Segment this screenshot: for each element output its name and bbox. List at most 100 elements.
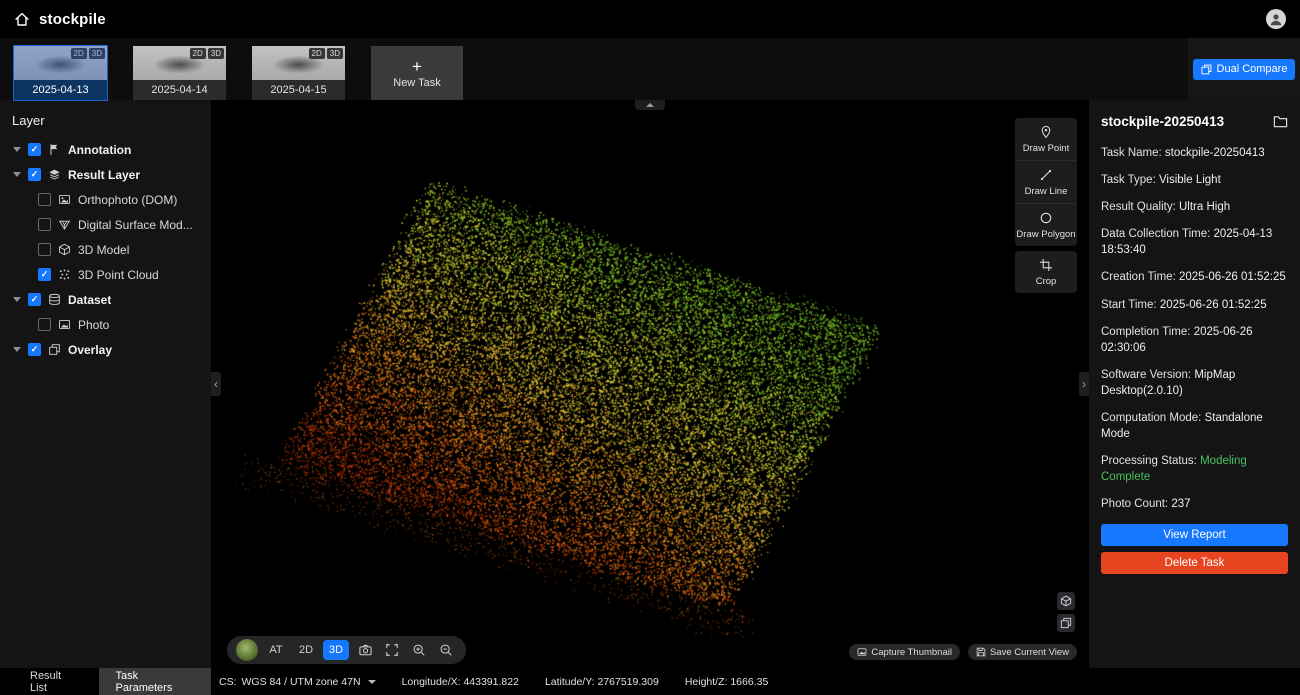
task-thumbnail: 2D3D (252, 46, 345, 80)
collapse-caret-icon[interactable] (12, 172, 22, 177)
tab-result-list[interactable]: Result List (30, 670, 79, 694)
view-toolbar: AT2D3D (227, 636, 466, 664)
layer-item-annotation[interactable]: ✓Annotation (0, 137, 211, 162)
draw-polygon-label: Draw Polygon (1016, 229, 1075, 240)
draw-polygon-button[interactable]: Draw Polygon (1015, 203, 1077, 246)
detail-field: Task Type: Visible Light (1101, 172, 1288, 188)
task-bar: 2D3D2025-04-132D3D2025-04-142D3D2025-04-… (0, 38, 1300, 100)
layer-panel-title: Layer (0, 100, 211, 137)
view-mode-2d[interactable]: 2D (293, 640, 319, 660)
task-tab-2025-04-14[interactable]: 2D3D2025-04-14 (133, 46, 226, 100)
badge-2d: 2D (309, 48, 325, 59)
view-mode-3d[interactable]: 3D (323, 640, 349, 660)
zoom-in-button[interactable] (408, 640, 430, 660)
crop-button[interactable]: Crop (1015, 251, 1077, 293)
layer-item-dataset[interactable]: ✓ Dataset (0, 287, 211, 312)
badge-2d: 2D (71, 48, 87, 59)
layer-checkbox[interactable]: ✓ (28, 293, 41, 306)
detail-field: Creation Time: 2025-06-26 01:52:25 (1101, 269, 1288, 285)
new-task-label: New Task (393, 77, 440, 89)
layer-label: 3D Model (78, 243, 129, 257)
task-date: 2025-04-13 (14, 80, 107, 100)
layer-item-3d-model[interactable]: 3D Model (0, 237, 211, 262)
layer-label: Dataset (68, 293, 111, 307)
layer-checkbox[interactable]: ✓ (28, 143, 41, 156)
crop-label: Crop (1036, 276, 1057, 287)
view-mode-at[interactable]: AT (263, 640, 289, 660)
detail-field: Task Name: stockpile-20250413 (1101, 145, 1288, 161)
crs-label: CS: (219, 676, 237, 688)
map-layers-icon[interactable] (1057, 614, 1075, 632)
draw-line-label: Draw Line (1025, 186, 1068, 197)
layer-item-overlay[interactable]: ✓ Overlay (0, 337, 211, 362)
collapse-caret-icon[interactable] (12, 297, 22, 302)
model-3d-icon (57, 243, 72, 257)
draw-point-button[interactable]: Draw Point (1015, 118, 1077, 160)
longitude-readout: Longitude/X: 443391.822 (402, 676, 519, 688)
collapse-caret-icon[interactable] (12, 147, 22, 152)
layer-item-result-layer[interactable]: ✓ Result Layer (0, 162, 211, 187)
layer-label: Result Layer (68, 168, 140, 182)
tab-task-parameters[interactable]: Task Parameters (99, 668, 211, 695)
minimap-thumbnail[interactable] (236, 639, 258, 661)
latitude-readout: Latitude/Y: 2767519.309 (545, 676, 659, 688)
app-root: stockpile 2D3D2025-04-132D3D2025-04-142D… (0, 0, 1300, 695)
layer-item-3d-point-cloud[interactable]: ✓3D Point Cloud (0, 262, 211, 287)
new-task-button[interactable]: + New Task (371, 46, 463, 100)
collapse-left-panel-button[interactable]: ‹ (211, 372, 221, 396)
nav-cube-icon[interactable] (1057, 592, 1075, 610)
layer-checkbox[interactable]: ✓ (38, 268, 51, 281)
task-thumbnail: 2D3D (133, 46, 226, 80)
task-date: 2025-04-15 (252, 80, 345, 100)
point-cloud-icon (57, 268, 72, 282)
home-icon[interactable] (14, 11, 30, 27)
crop-icon (1039, 258, 1053, 272)
draw-point-icon (1039, 125, 1053, 139)
badge-3d: 3D (89, 48, 105, 59)
capture-thumbnail-button[interactable]: Capture Thumbnail (849, 644, 960, 660)
thumbnail-icon (857, 647, 867, 657)
capture-thumbnail-label: Capture Thumbnail (871, 647, 952, 658)
detail-field: Software Version: MipMap Desktop(2.0.10) (1101, 367, 1288, 399)
layer-item-digital-surface-mod[interactable]: Digital Surface Mod... (0, 212, 211, 237)
dataset-icon (47, 293, 62, 307)
draw-polygon-icon (1039, 211, 1053, 225)
delete-task-button[interactable]: Delete Task (1101, 552, 1288, 574)
layer-checkbox[interactable]: ✓ (28, 168, 41, 181)
layer-checkbox[interactable] (38, 318, 51, 331)
save-current-view-button[interactable]: Save Current View (968, 644, 1077, 660)
view-mode-switcher: AT2D3D (263, 640, 349, 660)
layer-checkbox[interactable] (38, 218, 51, 231)
crs-selector[interactable]: CS: WGS 84 / UTM zone 47N (219, 676, 376, 688)
collapse-top-panel-button[interactable] (635, 100, 665, 110)
screenshot-camera-button[interactable] (354, 640, 376, 660)
dual-compare-button[interactable]: Dual Compare (1193, 59, 1296, 80)
task-title: stockpile-20250413 (1101, 114, 1224, 129)
point-cloud-canvas[interactable] (211, 100, 1089, 668)
detail-field: Computation Mode: Standalone Mode (1101, 410, 1288, 442)
zoom-out-button[interactable] (435, 640, 457, 660)
layer-checkbox[interactable] (38, 243, 51, 256)
draw-line-button[interactable]: Draw Line (1015, 160, 1077, 203)
layer-checkbox[interactable]: ✓ (28, 343, 41, 356)
folder-icon[interactable] (1273, 115, 1288, 128)
crs-value: WGS 84 / UTM zone 47N (242, 676, 361, 688)
overlay-icon (47, 343, 62, 357)
layer-checkbox[interactable] (38, 193, 51, 206)
layer-item-photo[interactable]: Photo (0, 312, 211, 337)
fit-frame-button[interactable] (381, 640, 403, 660)
task-detail-fields: Task Name: stockpile-20250413 Task Type: … (1101, 145, 1288, 513)
view-report-button[interactable]: View Report (1101, 524, 1288, 546)
collapse-right-panel-button[interactable]: › (1079, 372, 1089, 396)
layer-item-orthophoto-dom[interactable]: Orthophoto (DOM) (0, 187, 211, 212)
task-tab-2025-04-15[interactable]: 2D3D2025-04-15 (252, 46, 345, 100)
layer-tree: ✓Annotation✓Result LayerOrthophoto (DOM)… (0, 137, 211, 362)
coordinate-readout: CS: WGS 84 / UTM zone 47N Longitude/X: 4… (219, 676, 768, 688)
chevron-down-icon (368, 680, 376, 684)
user-avatar[interactable] (1266, 9, 1286, 29)
layer-label: Overlay (68, 343, 112, 357)
task-tab-2025-04-13[interactable]: 2D3D 2025-04-13 (14, 46, 107, 100)
collapse-caret-icon[interactable] (12, 347, 22, 352)
draw-point-label: Draw Point (1023, 143, 1069, 154)
plus-icon: + (412, 58, 422, 75)
